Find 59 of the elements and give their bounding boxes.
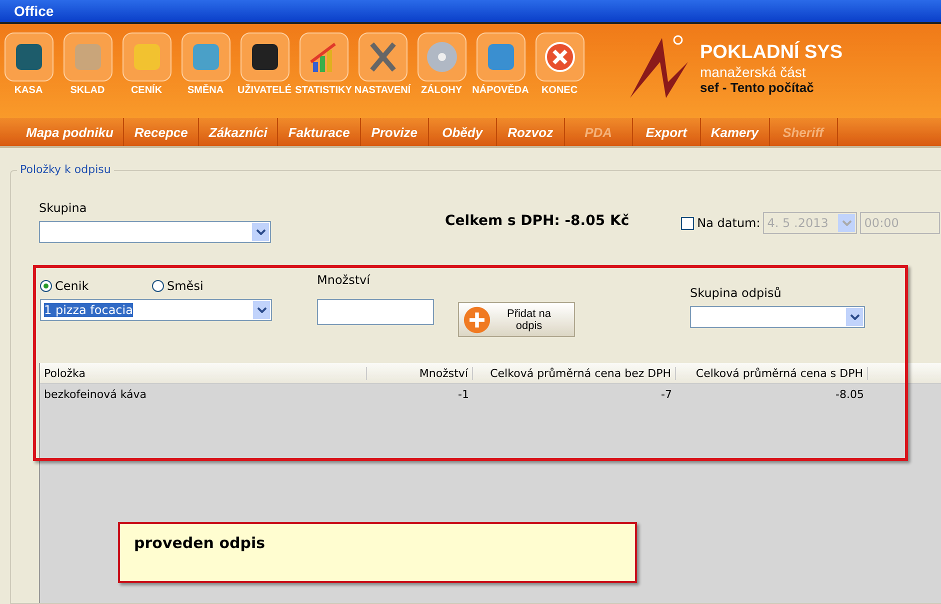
field-label: Množství [317,273,371,287]
nav-tab[interactable]: Zákazníci [198,118,278,146]
toolbar-button[interactable]: STATISTIKY [297,32,350,96]
write-off-group-dropdown[interactable] [690,306,865,328]
toolbar-tile-icon [358,32,408,82]
radio-option[interactable]: Cenik [40,279,112,293]
add-button[interactable]: Přidat na odpis [458,302,575,337]
toolbar-tile-icon [180,32,230,82]
column-header[interactable]: Celková průměrná cena bez DPH [473,366,676,380]
nav-tab[interactable]: Obědy [428,118,497,146]
radio-option[interactable]: Směsi [152,279,224,293]
column-header[interactable]: Položka [40,366,367,380]
time-dropdown[interactable]: 00:00 [860,212,940,234]
nav-tab[interactable]: Provize [360,118,429,146]
toolbar-tile-icon [122,32,172,82]
field-label: Skupina odpisů [690,286,782,300]
toolbar-button[interactable]: KASA [2,32,55,96]
item-dropdown[interactable]: 1 pizza focacia [40,299,272,321]
toolbar-button[interactable]: SMĚNA [179,32,232,96]
product-subtitle: manažerská část [700,64,807,80]
user-info: sef - Tento počítač [700,80,815,95]
total-text: Celkem s DPH: -8.05 Kč [445,213,630,229]
toolbar-tile-icon [4,32,54,82]
nav-tab[interactable]: Rozvoz [496,118,565,146]
table-cell-text: -7 [660,388,673,400]
group-title: Položky k odpisu [17,163,114,176]
nav-tab[interactable]: Mapa podniku [16,118,124,146]
table-cell-text: -8.05 [834,388,865,400]
callout-note: proveden odpis [118,522,637,583]
field-label: Skupina [39,201,88,215]
table-cell-text: bezkofeinová káva [43,388,148,400]
nav-tab[interactable]: Kamery [700,118,770,146]
column-header[interactable]: Množství [367,366,473,380]
toolbar-button[interactable]: ZÁLOHY [415,32,468,96]
toolbar-tile-icon [476,32,526,82]
nav-tab[interactable]: Export [632,118,701,146]
toolbar-button[interactable]: CENÍK [120,32,173,96]
nav-tab[interactable]: Recepce [124,118,199,146]
nav-tab[interactable]: Fakturace [278,118,361,146]
plus-icon [463,306,491,334]
toolbar-button[interactable]: KONEC [533,32,586,96]
group-dropdown[interactable] [39,221,271,243]
toolbar-tile-icon [62,32,112,82]
toolbar-button[interactable]: UŽIVATELÉ [238,32,291,96]
toolbar-tile-icon [416,32,466,82]
toolbar-tile-icon [298,32,348,82]
toolbar-tile-icon [240,32,290,82]
toolbar-button[interactable]: NASTAVENÍ [356,32,409,96]
date-label: Na datum: [697,216,760,230]
column-header[interactable]: Celková průměrná cena s DPH [676,366,868,380]
checkbox[interactable] [681,216,694,230]
product-title: POKLADNÍ SYS [700,42,843,64]
date-dropdown[interactable]: 4. 5 .2013 [763,212,858,234]
quantity-input[interactable] [317,299,434,325]
table-cell-text: -1 [457,388,470,400]
close-icon [534,32,584,82]
toolbar-button[interactable]: NÁPOVĚDA [474,32,527,96]
window-title: Office [14,3,54,19]
toolbar-button[interactable]: SKLAD [61,32,114,96]
